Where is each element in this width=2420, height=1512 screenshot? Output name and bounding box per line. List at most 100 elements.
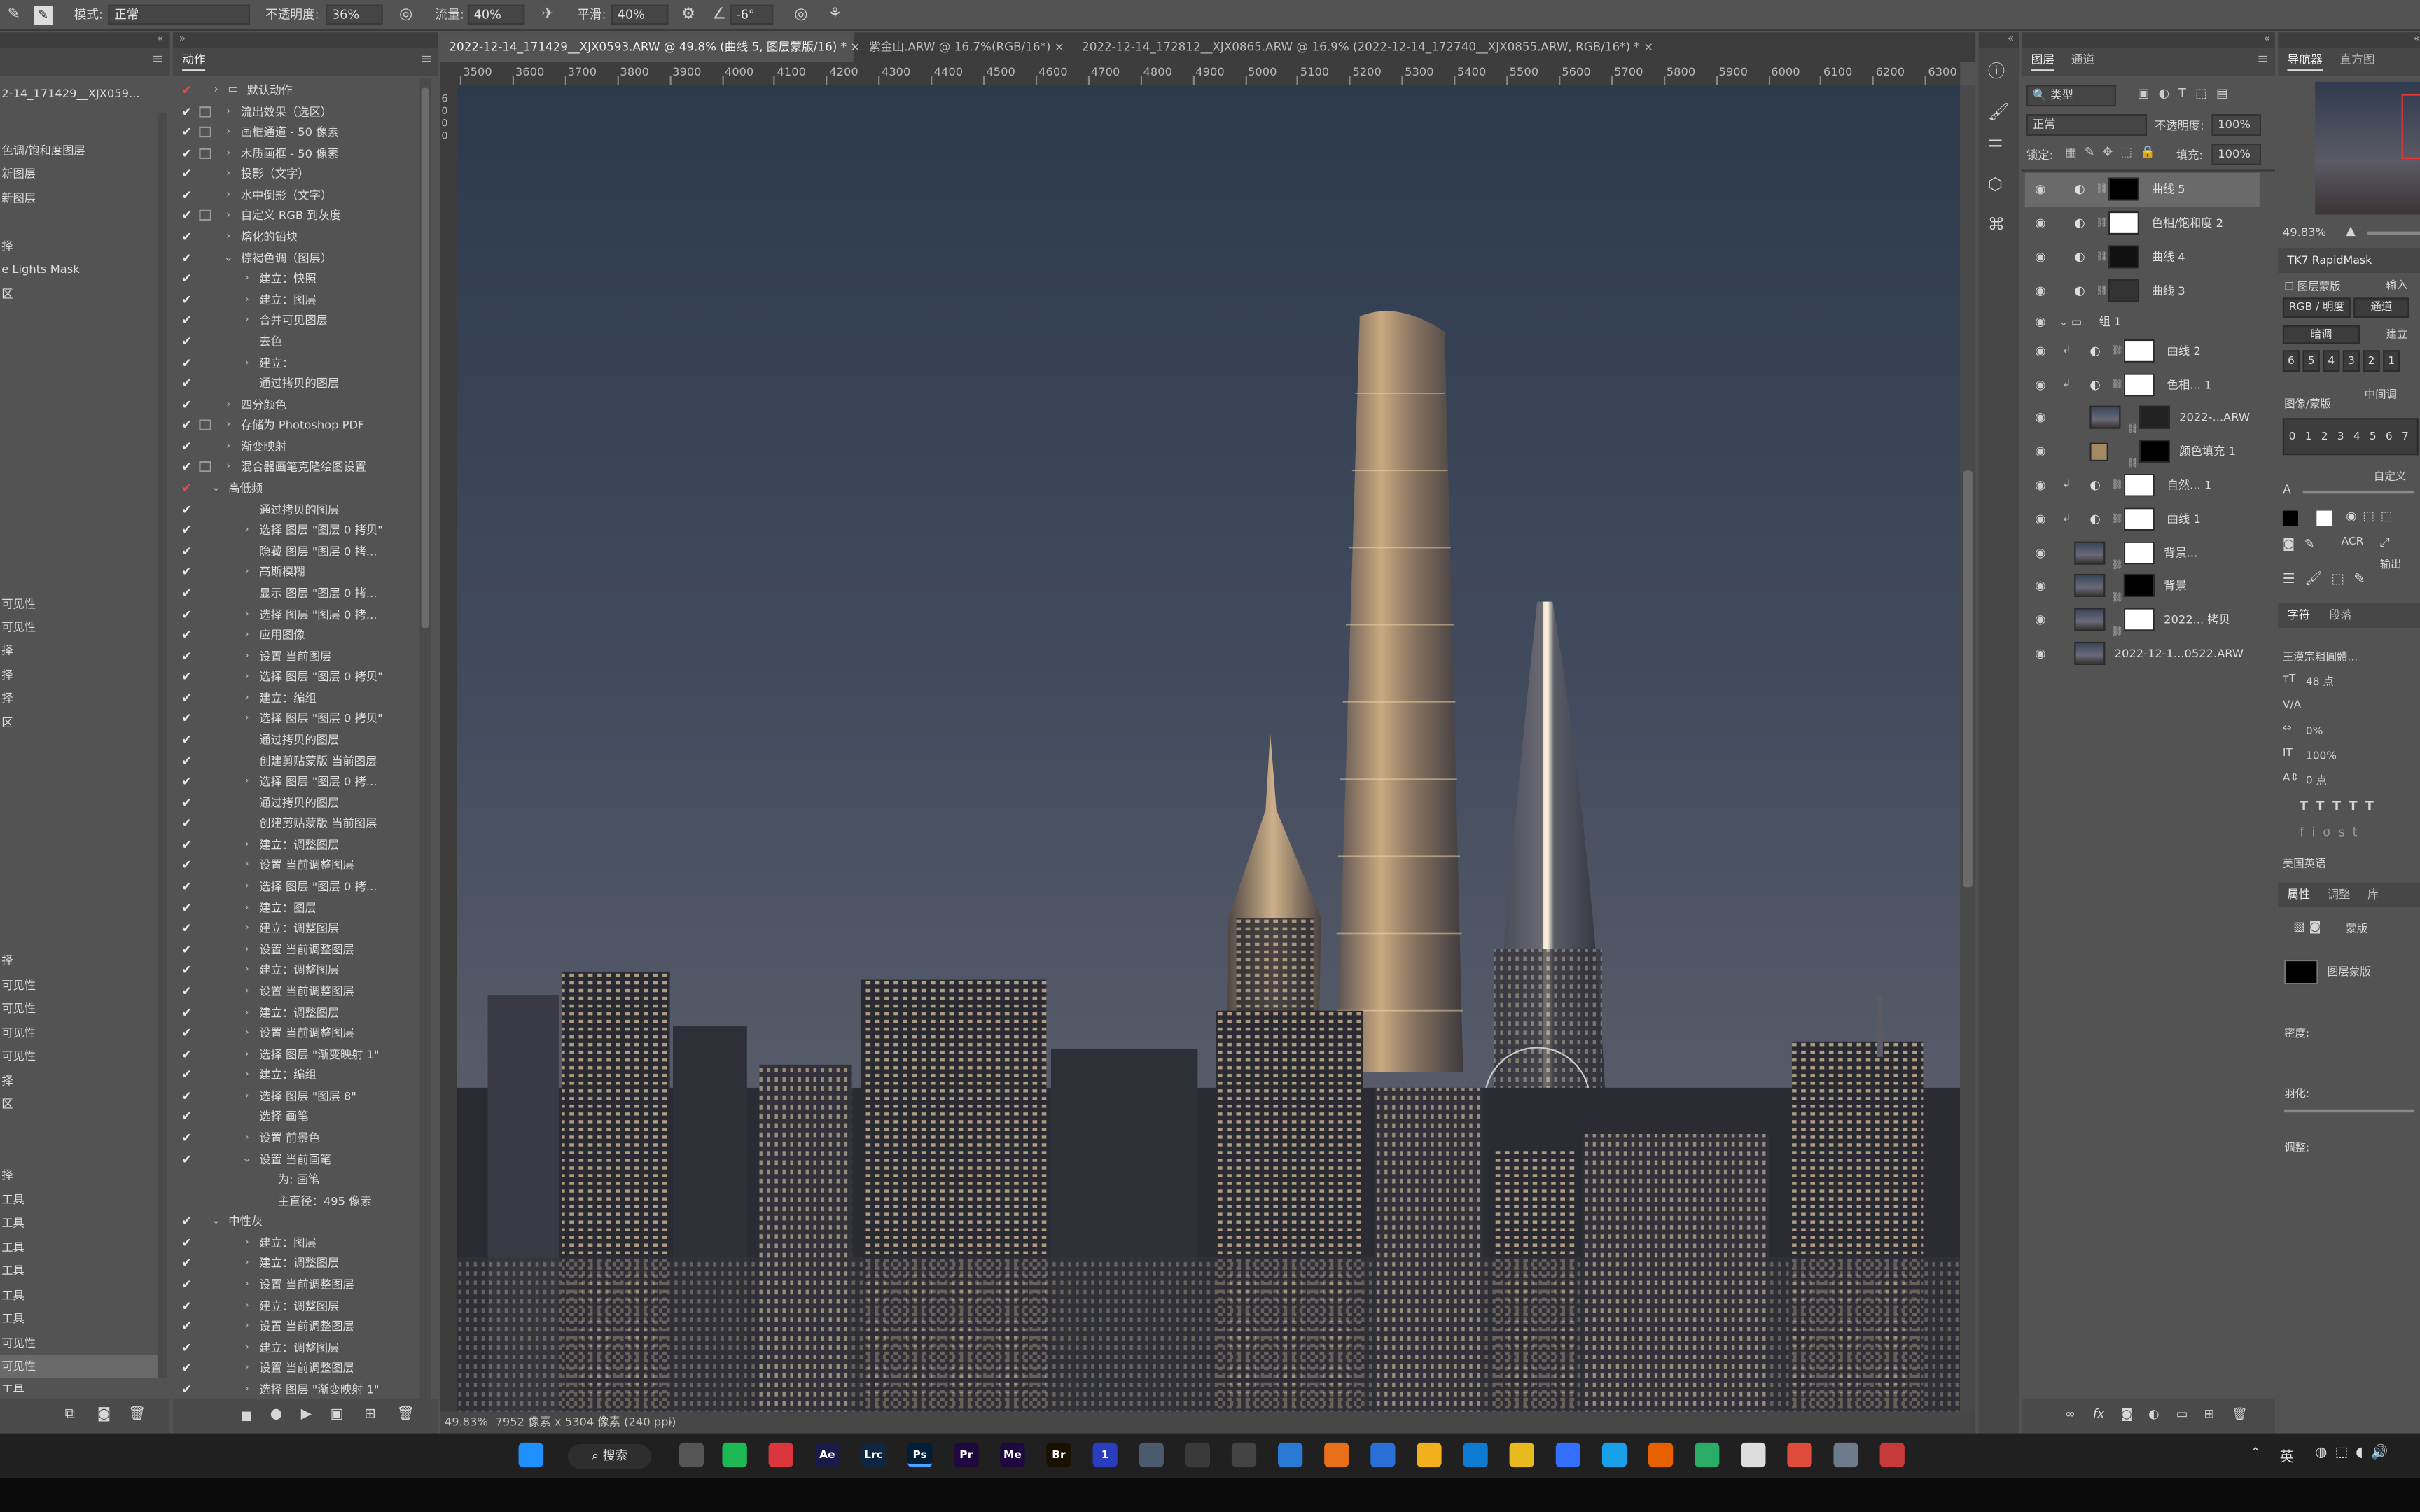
smooth-input[interactable]: 40%	[611, 4, 669, 25]
action-row[interactable]: ✔ › 建立：图层	[173, 1233, 420, 1254]
chevron-right-icon[interactable]: ›	[222, 122, 235, 143]
font-size-input[interactable]: 48 点	[2306, 673, 2383, 691]
history-item[interactable]: 工具	[0, 1307, 167, 1330]
history-item[interactable]	[0, 830, 167, 853]
action-row[interactable]: ✔ › 选择 图层 "渐变映射 1"	[173, 1379, 420, 1400]
check-icon[interactable]: ✔	[179, 499, 195, 520]
action-row[interactable]: ✔ › 四分颜色	[173, 395, 420, 416]
tracking-input[interactable]: 0%	[2306, 722, 2383, 741]
chevron-right-icon[interactable]: ›	[241, 625, 253, 646]
tab-histogram[interactable]: 直方图	[2339, 51, 2374, 69]
adjustment-icon[interactable]: ◐	[2148, 1407, 2159, 1421]
history-item[interactable]: 工具	[0, 1236, 167, 1259]
chevron-down-icon[interactable]: ⌄	[2059, 305, 2068, 339]
canvas-vertical-scrollbar[interactable]	[1960, 85, 1976, 1412]
premiere-icon[interactable]: Pr	[954, 1442, 979, 1468]
lock-icons[interactable]: ▦✎✥⬚🔒	[2065, 145, 2163, 159]
action-row[interactable]: ✔ › 选择 图层 "图层 0 拷...	[173, 771, 420, 792]
mask-thumbnail[interactable]	[2139, 405, 2170, 429]
zoom-out-icon[interactable]: ▲	[2346, 224, 2356, 238]
chevron-up-icon[interactable]: ⌃	[2251, 1446, 2261, 1460]
custom-slider[interactable]	[2302, 490, 2414, 494]
history-item[interactable]: 色调/饱和度图层	[0, 139, 167, 162]
layer-name[interactable]: 曲线 5	[2152, 173, 2185, 206]
check-icon[interactable]: ✔	[179, 478, 195, 499]
netease-music-icon[interactable]	[768, 1442, 793, 1468]
chevron-right-icon[interactable]: ›	[222, 395, 235, 416]
history-item[interactable]: 择	[0, 234, 167, 258]
eye-icon[interactable]: ◉	[2031, 401, 2050, 435]
layer-row[interactable]: ◉ ◐ ⛓ 色相/饱和度 2	[2025, 206, 2260, 240]
chevron-right-icon[interactable]: ›	[222, 143, 235, 164]
action-row[interactable]: 主直径：495 像素	[173, 1191, 420, 1212]
chevron-right-icon[interactable]: ›	[241, 709, 253, 730]
layer-name[interactable]: 曲线 1	[2167, 503, 2201, 537]
history-item[interactable]: 可见性	[0, 592, 167, 615]
history-item[interactable]	[0, 568, 167, 591]
action-row[interactable]: ✔ 创建剪贴蒙版 当前图层	[173, 813, 420, 834]
rapidmask-level-button[interactable]: 3	[2342, 350, 2360, 372]
history-item[interactable]	[0, 544, 167, 567]
history-item[interactable]: 可见性	[0, 997, 167, 1020]
adjustment-layer-icon[interactable]: ◐	[2089, 469, 2100, 503]
eyedropper-icon[interactable]: ✎	[2304, 537, 2315, 551]
chevron-right-icon[interactable]: ›	[241, 897, 253, 918]
check-icon[interactable]: ✔	[179, 1296, 195, 1317]
check-icon[interactable]: ✔	[179, 709, 195, 730]
history-item[interactable]: 可见性	[0, 1331, 167, 1354]
action-row[interactable]: ✔ › 建立：编组	[173, 688, 420, 709]
link-icon[interactable]: ∞	[2065, 1407, 2075, 1421]
history-item[interactable]: 可见性	[0, 615, 167, 638]
tab-channels[interactable]: 通道	[2071, 51, 2094, 69]
chrome-2-icon[interactable]	[1787, 1442, 1812, 1468]
action-row[interactable]: ✔ › 选择 图层 "图层 0 拷...	[173, 604, 420, 625]
mask-thumbnail[interactable]	[2139, 440, 2170, 463]
check-icon[interactable]: ✔	[179, 248, 195, 269]
action-row[interactable]: ✔ › 建立：图层	[173, 897, 420, 918]
chevron-right-icon[interactable]: ›	[241, 771, 253, 792]
eye-icon[interactable]: ◉	[2031, 335, 2050, 368]
history-item[interactable]	[0, 306, 167, 329]
check-icon[interactable]: ✔	[179, 1044, 195, 1065]
mask-thumbnail[interactable]	[2123, 373, 2155, 397]
airbrush-icon[interactable]: ✈	[537, 5, 559, 27]
check-icon[interactable]: ✔	[179, 729, 195, 750]
chevron-right-icon[interactable]: ›	[210, 80, 223, 102]
action-row[interactable]: ✔ › 渐变映射	[173, 436, 420, 457]
chevron-right-icon[interactable]: ›	[241, 1044, 253, 1065]
history-item[interactable]	[0, 401, 167, 424]
baseline-input[interactable]: 0 点	[2306, 771, 2383, 790]
blend-mode-select[interactable]: 正常	[2026, 114, 2147, 136]
wechat-app-icon[interactable]	[1695, 1442, 1720, 1468]
action-row[interactable]: ✔ ⌄ 棕褐色调（图层）	[173, 248, 420, 269]
tab-character[interactable]: 字符	[2287, 606, 2310, 624]
dialog-toggle-icon[interactable]	[199, 148, 211, 159]
check-icon[interactable]: ✔	[179, 122, 195, 143]
layer-filter-select[interactable]: 🔍 类型	[2026, 85, 2116, 107]
layer-name[interactable]: 色相/饱和度 2	[2152, 206, 2223, 240]
check-icon[interactable]: ✔	[179, 1254, 195, 1275]
eye-icon[interactable]: ◉	[2031, 537, 2050, 570]
dialog-toggle-icon[interactable]	[199, 461, 211, 473]
ime-indicator[interactable]: 英	[2279, 1446, 2293, 1466]
chevron-right-icon[interactable]: ›	[241, 604, 253, 625]
new-document-icon[interactable]: ⧉	[65, 1407, 75, 1422]
stop-icon[interactable]: ■	[241, 1408, 253, 1422]
layer-row[interactable]: ◉ ↲ ◐ ⛓ 曲线 1	[2025, 503, 2260, 537]
history-item[interactable]	[0, 735, 167, 758]
action-row[interactable]: ✔ › 混合器画笔克隆绘图设置	[173, 457, 420, 478]
history-item[interactable]	[0, 1116, 167, 1140]
chevron-right-icon[interactable]: ›	[241, 1358, 253, 1379]
history-item[interactable]: 工具	[0, 1259, 167, 1282]
camera-icon[interactable]: ◙	[97, 1407, 111, 1422]
layer-name[interactable]: 自然... 1	[2167, 469, 2212, 503]
tab-layers[interactable]: 图层	[2031, 51, 2055, 71]
check-icon[interactable]: ✔	[179, 269, 195, 290]
brush-panel-icon[interactable]: ✎	[34, 6, 53, 25]
record-icon[interactable]: ●	[270, 1407, 282, 1422]
history-item[interactable]: 择	[0, 639, 167, 662]
action-row[interactable]: ✔ ⌄ 中性灰	[173, 1212, 420, 1233]
action-row[interactable]: ✔ › 选择 图层 "渐变映射 1"	[173, 1044, 420, 1065]
document-canvas[interactable]	[457, 85, 1961, 1412]
action-row[interactable]: ✔ › 熔化的铅块	[173, 227, 420, 248]
